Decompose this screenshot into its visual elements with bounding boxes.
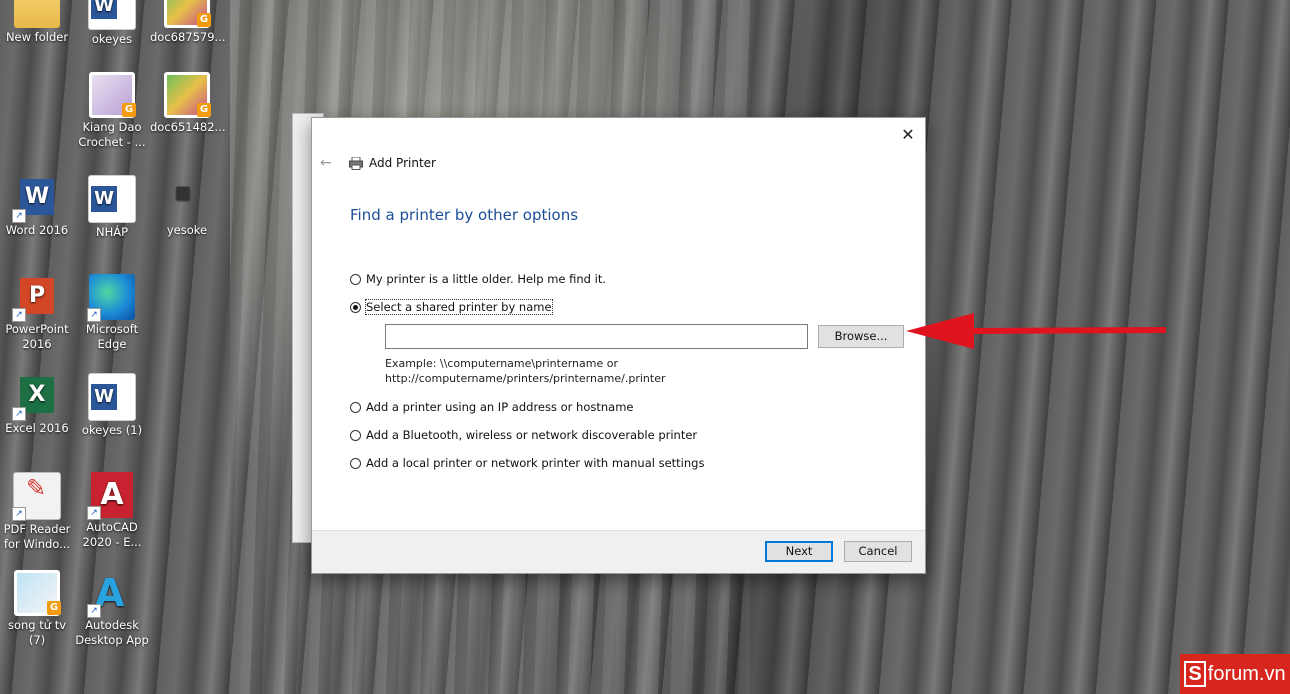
desktop-icon-label: Excel 2016 (5, 421, 69, 435)
desktop-icon-label: PowerPoint 2016 (5, 322, 69, 351)
desktop-icon-label: okeyes (1) (81, 423, 143, 437)
desktop-icon-new-folder[interactable]: New folder (0, 0, 74, 45)
option-label: Add a local printer or network printer w… (366, 456, 705, 470)
radio-button[interactable] (350, 401, 361, 413)
option-ip-address[interactable]: Add a printer using an IP address or hos… (350, 400, 634, 414)
desktop-icon-pdf-reader[interactable]: ↗ PDF Reader for Windo... (0, 472, 74, 552)
desktop-icon-song-tu[interactable]: G song tử tv (7) (0, 570, 74, 648)
radio-button-selected[interactable] (350, 301, 361, 313)
radio-button[interactable] (350, 457, 361, 469)
word-app-icon: ↗ (12, 175, 60, 223)
watermark-text: forum.vn (1207, 663, 1286, 685)
desktop-icon-label: NHÁP (95, 225, 129, 239)
shortcut-arrow-icon: ↗ (87, 308, 101, 322)
radio-button[interactable] (350, 273, 361, 285)
annotation-arrow (906, 313, 1167, 349)
option-local-printer[interactable]: Add a local printer or network printer w… (350, 456, 704, 470)
autodesk-app-icon: ↗ (87, 570, 135, 618)
image-file-icon: G (89, 72, 136, 118)
desktop-icon-doc651482[interactable]: G doc651482... (150, 72, 226, 135)
option-label: Add a Bluetooth, wireless or network dis… (366, 428, 698, 442)
desktop-icon-label: AutoCAD 2020 - E... (82, 520, 142, 549)
page-heading: Find a printer by other options (350, 206, 579, 224)
option-shared-printer[interactable]: Select a shared printer by name (350, 299, 553, 315)
desktop-icon-powerpoint[interactable]: ↗ PowerPoint 2016 (0, 274, 74, 352)
option-label: My printer is a little older. Help me fi… (366, 272, 606, 286)
app-badge-icon: G (197, 13, 211, 27)
shortcut-arrow-icon: ↗ (12, 308, 26, 322)
desktop-icon-autocad[interactable]: ↗ AutoCAD 2020 - E... (75, 472, 149, 550)
shared-printer-name-input[interactable] (385, 324, 808, 349)
desktop-icon-label: doc651482... (150, 120, 226, 134)
pdf-reader-icon: ↗ (12, 472, 61, 521)
option-older-printer[interactable]: My printer is a little older. Help me fi… (350, 272, 606, 286)
printer-icon (349, 157, 363, 170)
word-doc-icon (88, 0, 136, 30)
word-doc-icon (88, 373, 136, 421)
desktop-icon-label: PDF Reader for Windo... (3, 522, 71, 551)
desktop-icon-nhap[interactable]: NHÁP (75, 175, 149, 240)
dialog-title: Add Printer (369, 156, 436, 170)
cancel-button[interactable]: Cancel (844, 541, 912, 562)
folder-icon (14, 0, 60, 28)
image-file-icon: G (164, 72, 211, 118)
desktop-icon-label: okeyes (91, 32, 133, 46)
option-bluetooth[interactable]: Add a Bluetooth, wireless or network dis… (350, 428, 697, 442)
image-file-icon: G (164, 0, 211, 28)
autocad-app-icon: ↗ (87, 472, 135, 520)
desktop-icon-label: doc687579... (150, 30, 226, 44)
shortcut-arrow-icon: ↗ (12, 407, 26, 421)
shortcut-arrow-icon: ↗ (12, 209, 26, 223)
watermark-s: S (1184, 661, 1206, 687)
option-label: Add a printer using an IP address or hos… (366, 400, 634, 414)
sforum-watermark: Sforum.vn (1180, 654, 1290, 694)
browse-button[interactable]: Browse... (818, 325, 904, 348)
add-printer-dialog: ✕ ← Add Printer Find a printer by other … (311, 117, 926, 574)
file-shortcut-icon (164, 175, 210, 221)
desktop-icon-yesoke[interactable]: yesoke (150, 175, 224, 238)
desktop-icon-okeyes[interactable]: okeyes (75, 0, 149, 47)
dialog-footer: Next Cancel (312, 530, 925, 573)
next-button[interactable]: Next (765, 541, 833, 562)
desktop-icon-label: Autodesk Desktop App (75, 618, 149, 647)
shortcut-arrow-icon: ↗ (12, 507, 26, 521)
desktop-icon-label: New folder (5, 30, 69, 44)
app-badge-icon: G (122, 103, 136, 117)
desktop-icon-label: Word 2016 (5, 223, 69, 237)
radio-button[interactable] (350, 429, 361, 441)
shortcut-arrow-icon: ↗ (87, 506, 101, 520)
app-badge-icon: G (197, 103, 211, 117)
app-badge-icon: G (47, 601, 61, 615)
example-text: Example: \\computername\printername or h… (385, 356, 666, 386)
desktop-icon-label: song tử tv (7) (7, 618, 67, 647)
desktop-icon-okeyes-1[interactable]: okeyes (1) (75, 373, 149, 438)
desktop-icon-word-2016[interactable]: ↗ Word 2016 (0, 175, 74, 238)
image-file-icon: G (14, 570, 61, 616)
desktop-icon-label: yesoke (166, 223, 208, 237)
close-icon[interactable]: ✕ (897, 124, 919, 146)
shortcut-arrow-icon: ↗ (87, 604, 101, 618)
desktop-icon-label: Microsoft Edge (85, 322, 139, 351)
option-label: Select a shared printer by name (365, 299, 553, 315)
desktop-icon-label: Kiang Dao Crochet - ... (78, 120, 146, 149)
example-line-1: Example: \\computername\printername or (385, 357, 618, 370)
desktop-icon-doc687579[interactable]: G doc687579... (150, 0, 226, 45)
desktop-icon-excel[interactable]: ↗ Excel 2016 (0, 373, 74, 436)
excel-app-icon: ↗ (12, 373, 60, 421)
back-arrow-icon[interactable]: ← (320, 155, 332, 171)
edge-app-icon: ↗ (87, 274, 135, 322)
powerpoint-app-icon: ↗ (12, 274, 60, 322)
desktop-icon-edge[interactable]: ↗ Microsoft Edge (75, 274, 149, 352)
word-doc-icon (88, 175, 136, 223)
example-line-2: http://computername/printers/printername… (385, 372, 666, 385)
desktop-icon-kiang-dao[interactable]: G Kiang Dao Crochet - ... (75, 72, 149, 150)
desktop-icon-autodesk[interactable]: ↗ Autodesk Desktop App (75, 570, 149, 648)
